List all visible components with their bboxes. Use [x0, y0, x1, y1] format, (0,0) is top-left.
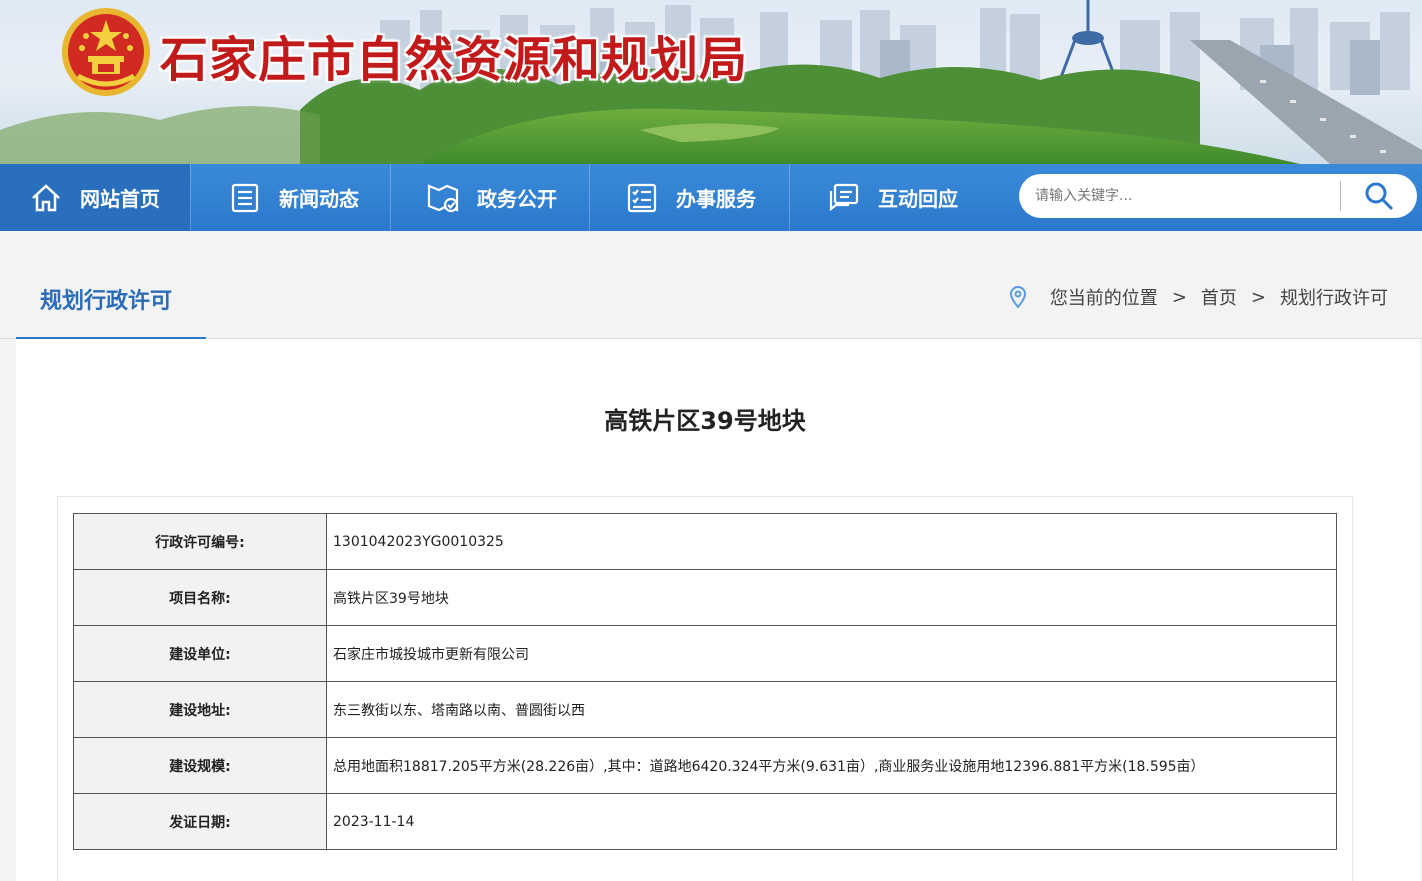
- field-value: 东三教街以东、塔南路以南、普圆街以西: [326, 681, 1337, 738]
- service-list-icon: [624, 180, 660, 216]
- breadcrumb-separator: >: [1250, 286, 1266, 308]
- search-box: [1019, 174, 1417, 218]
- section-header: 规划行政许可 您当前的位置 > 首页 > 规划行政许可: [0, 253, 1422, 339]
- nav-item-interaction[interactable]: 互动回应: [790, 164, 990, 231]
- table-row: 建设规模: 总用地面积18817.205平方米(28.226亩）,其中：道路地6…: [73, 737, 1337, 794]
- table-row: 项目名称: 高铁片区39号地块: [73, 569, 1337, 626]
- nav-item-news[interactable]: 新闻动态: [191, 164, 390, 231]
- government-affairs-icon: [425, 180, 461, 216]
- field-label: 建设单位:: [73, 625, 327, 682]
- document-title: 高铁片区39号地块: [604, 407, 806, 435]
- search-button[interactable]: [1349, 178, 1409, 214]
- site-title: 石家庄市自然资源和规划局: [160, 32, 749, 88]
- search-input[interactable]: [1035, 182, 1345, 210]
- field-label: 行政许可编号:: [73, 513, 327, 570]
- nav-label: 互动回应: [878, 187, 958, 211]
- field-label: 发证日期:: [73, 793, 327, 850]
- field-value: 石家庄市城投城市更新有限公司: [326, 625, 1337, 682]
- field-value: 2023-11-14: [326, 793, 1337, 850]
- breadcrumb-separator: >: [1171, 286, 1187, 308]
- news-icon: [227, 180, 263, 216]
- chat-icon: [826, 180, 862, 216]
- home-icon: [28, 180, 64, 216]
- nav-item-home[interactable]: 网站首页: [0, 164, 190, 231]
- site-banner: 石家庄市自然资源和规划局: [0, 0, 1422, 164]
- field-value: 1301042023YG0010325: [326, 513, 1337, 570]
- field-label: 项目名称:: [73, 569, 327, 626]
- content-area: 高铁片区39号地块 行政许可编号: 1301042023YG0010325 项目…: [16, 339, 1420, 881]
- permit-info-table: 行政许可编号: 1301042023YG0010325 项目名称: 高铁片区39…: [73, 513, 1337, 850]
- field-label: 建设地址:: [73, 681, 327, 738]
- national-emblem-icon: [62, 8, 150, 96]
- field-value: 高铁片区39号地块: [326, 569, 1337, 626]
- breadcrumb-current-link[interactable]: 规划行政许可: [1280, 284, 1388, 310]
- breadcrumb-prefix: 您当前的位置: [1049, 288, 1158, 309]
- table-row: 建设单位: 石家庄市城投城市更新有限公司: [73, 625, 1337, 682]
- search-icon: [1365, 182, 1394, 211]
- nav-item-government-affairs[interactable]: 政务公开: [391, 164, 589, 231]
- search-divider: [1340, 181, 1341, 211]
- nav-label: 政务公开: [477, 187, 557, 211]
- section-title: 规划行政许可: [40, 289, 173, 314]
- breadcrumb: 您当前的位置 > 首页 > 规划行政许可: [1006, 284, 1388, 310]
- nav-label: 新闻动态: [279, 187, 359, 211]
- breadcrumb-home-link[interactable]: 首页: [1201, 284, 1237, 310]
- location-pin-icon: [1009, 286, 1026, 309]
- nav-label: 办事服务: [676, 187, 756, 211]
- nav-label: 网站首页: [80, 187, 160, 211]
- field-value: 总用地面积18817.205平方米(28.226亩）,其中：道路地6420.32…: [326, 737, 1337, 794]
- table-row: 发证日期: 2023-11-14: [73, 793, 1337, 850]
- nav-item-services[interactable]: 办事服务: [590, 164, 789, 231]
- table-row: 建设地址: 东三教街以东、塔南路以南、普圆街以西: [73, 681, 1337, 738]
- table-row: 行政许可编号: 1301042023YG0010325: [73, 513, 1337, 570]
- field-label: 建设规模:: [73, 737, 327, 794]
